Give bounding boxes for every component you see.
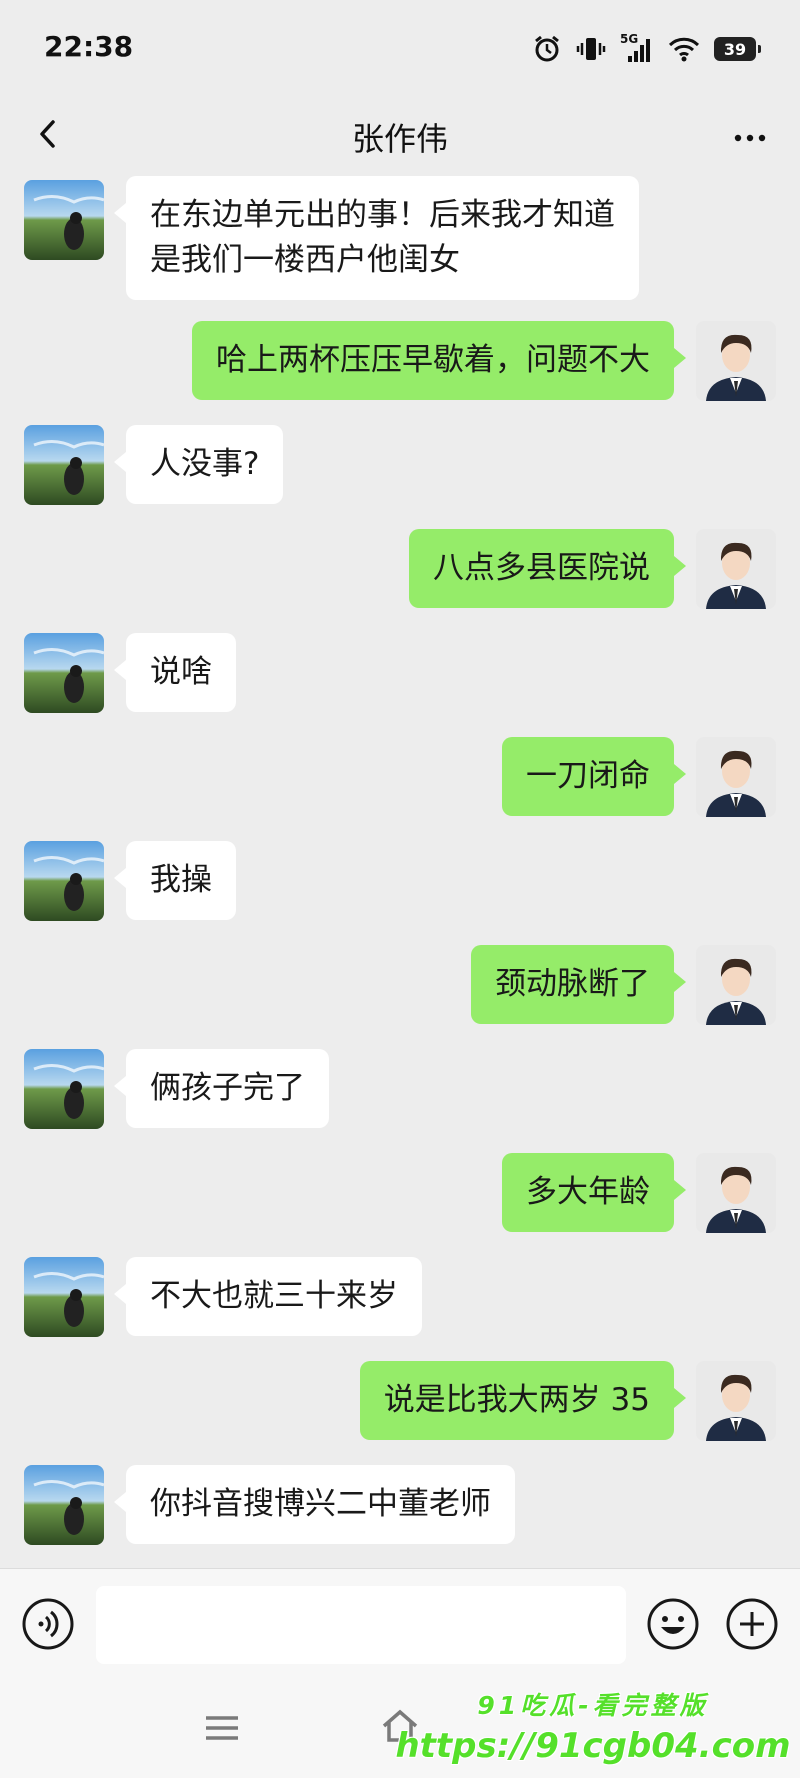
watermark-url: https://91cgb04.com <box>395 1726 791 1766</box>
message-bubble-outgoing[interactable]: 颈动脉断了 <box>471 945 686 1024</box>
message-bubble-incoming[interactable]: 不大也就三十来岁 <box>114 1257 422 1336</box>
status-time: 22:38 <box>44 30 134 63</box>
message-row: 哈上两杯压压早歇着，问题不大 <box>0 321 800 401</box>
battery-icon: 39 <box>714 37 761 61</box>
my-avatar[interactable] <box>696 529 776 609</box>
message-line: 说是比我大两岁 35 <box>383 1382 650 1418</box>
message-bubble-incoming[interactable]: 人没事? <box>113 425 284 504</box>
contact-avatar[interactable] <box>24 633 104 713</box>
status-icons: 5G 39 <box>532 32 761 66</box>
message-row: 你抖音搜博兴二中董老师 <box>0 1465 800 1545</box>
message-line: 是我们一楼西户他闺女 <box>150 242 460 278</box>
contact-avatar[interactable] <box>24 425 104 505</box>
signal-icon: 5G <box>620 32 654 64</box>
vibrate-icon <box>576 38 606 60</box>
contact-avatar[interactable] <box>24 1257 104 1337</box>
voice-button[interactable] <box>20 1596 76 1652</box>
message-row: 八点多县医院说 <box>0 529 800 609</box>
alarm-icon <box>535 35 559 62</box>
more-button[interactable] <box>718 104 778 164</box>
message-line: 不大也就三十来岁 <box>150 1278 398 1314</box>
message-bubble-outgoing[interactable]: 哈上两杯压压早歇着，问题不大 <box>192 321 686 400</box>
message-line: 我操 <box>150 862 212 898</box>
message-line: 哈上两杯压压早歇着，问题不大 <box>216 342 650 378</box>
message-bubble-incoming[interactable]: 俩孩子完了 <box>114 1049 329 1128</box>
menu-nav-button[interactable] <box>202 1708 242 1748</box>
input-bar <box>0 1568 800 1679</box>
message-line: 人没事? <box>150 446 260 482</box>
message-row: 多大年龄 <box>0 1153 800 1233</box>
voice-icon <box>22 1598 74 1650</box>
plus-icon <box>726 1598 778 1650</box>
message-bubble-incoming[interactable]: 你抖音搜博兴二中董老师 <box>114 1465 515 1544</box>
message-line: 说啥 <box>150 654 212 690</box>
status-bar: 22:38 5G 39 <box>0 0 800 96</box>
message-line: 一刀闭命 <box>526 758 650 794</box>
contact-avatar[interactable] <box>24 180 104 260</box>
my-avatar[interactable] <box>696 945 776 1025</box>
message-row: 人没事? <box>0 425 800 505</box>
message-row: 我操 <box>0 841 800 921</box>
message-bubble-outgoing[interactable]: 八点多县医院说 <box>409 529 686 608</box>
watermark: 91吃瓜-看完整版 https://91cgb04.com <box>388 1686 798 1766</box>
message-line: 在东边单元出的事！后来我才知道 <box>150 197 615 233</box>
message-bubble-incoming[interactable]: 在东边单元出的事！后来我才知道 是我们一楼西户他闺女 <box>114 176 639 300</box>
message-row: 一刀闭命 <box>0 737 800 817</box>
emoji-icon <box>647 1598 699 1650</box>
more-dots-icon <box>734 134 766 142</box>
message-line: 俩孩子完了 <box>150 1070 305 1106</box>
message-row: 俩孩子完了 <box>0 1049 800 1129</box>
menu-icon <box>206 1716 238 1740</box>
message-row: 颈动脉断了 <box>0 945 800 1025</box>
message-row: 说啥 <box>0 633 800 713</box>
message-bubble-incoming[interactable]: 说啥 <box>114 633 236 712</box>
contact-avatar[interactable] <box>24 1465 104 1545</box>
my-avatar[interactable] <box>696 737 776 817</box>
my-avatar[interactable] <box>696 321 776 401</box>
message-line: 你抖音搜博兴二中董老师 <box>150 1486 491 1522</box>
message-row: 说是比我大两岁 35 <box>0 1361 800 1441</box>
message-line: 八点多县医院说 <box>433 550 650 586</box>
wifi-icon <box>668 37 700 62</box>
message-bubble-outgoing[interactable]: 说是比我大两岁 35 <box>359 1361 687 1440</box>
message-input[interactable] <box>96 1586 626 1664</box>
watermark-text: 91吃瓜-看完整版 <box>477 1691 709 1720</box>
emoji-button[interactable] <box>645 1596 701 1652</box>
message-line: 颈动脉断了 <box>495 966 650 1002</box>
message-bubble-outgoing[interactable]: 多大年龄 <box>502 1153 686 1232</box>
message-bubble-outgoing[interactable]: 一刀闭命 <box>502 737 686 816</box>
battery-level: 39 <box>723 39 747 59</box>
contact-avatar[interactable] <box>24 841 104 921</box>
message-row: 不大也就三十来岁 <box>0 1257 800 1337</box>
chat-header: 张作伟 <box>0 96 800 174</box>
message-row: 在东边单元出的事！后来我才知道 是我们一楼西户他闺女 <box>0 176 800 300</box>
my-avatar[interactable] <box>696 1153 776 1233</box>
contact-avatar[interactable] <box>24 1049 104 1129</box>
message-line: 多大年龄 <box>526 1174 650 1210</box>
plus-button[interactable] <box>724 1596 780 1652</box>
message-bubble-incoming[interactable]: 我操 <box>114 841 236 920</box>
my-avatar[interactable] <box>696 1361 776 1441</box>
chat-title: 张作伟 <box>351 120 448 158</box>
